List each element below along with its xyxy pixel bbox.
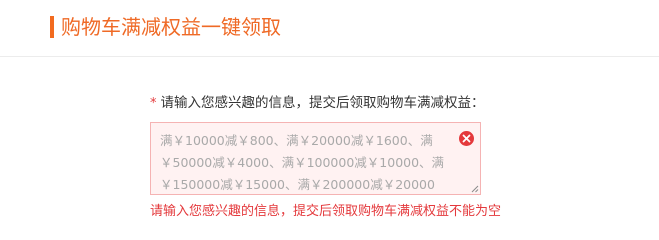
title-accent-bar xyxy=(50,16,54,38)
resize-handle-icon[interactable] xyxy=(470,184,479,193)
page-header: 购物车满减权益一键领取 xyxy=(0,0,659,57)
x-mark-icon xyxy=(462,134,471,143)
page-title: 购物车满减权益一键领取 xyxy=(61,15,281,39)
interest-textarea-container xyxy=(150,122,481,195)
field-label-text: 请输入您感兴趣的信息，提交后领取购物车满减权益： xyxy=(160,95,485,111)
required-asterisk: * xyxy=(150,96,157,111)
close-circle-icon[interactable] xyxy=(459,131,474,146)
field-label: * 请输入您感兴趣的信息，提交后领取购物车满减权益： xyxy=(150,94,485,113)
validation-error-message: 请输入您感兴趣的信息，提交后领取购物车满减权益不能为空 xyxy=(150,204,502,219)
interest-textarea[interactable] xyxy=(151,123,480,194)
